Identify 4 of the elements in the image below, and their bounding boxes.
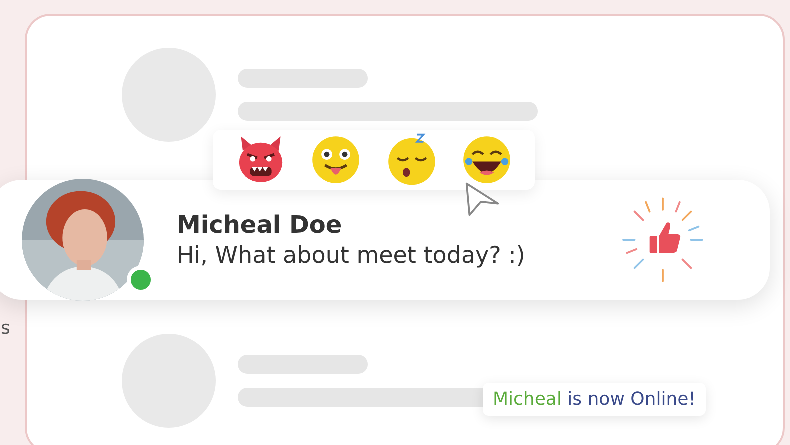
notification-text: Micheal is now Online! [493, 389, 696, 410]
cut-off-text: s [1, 318, 10, 339]
message-text: Hi, What about meet today? :) [177, 243, 526, 269]
sender-name: Micheal Doe [177, 211, 344, 239]
